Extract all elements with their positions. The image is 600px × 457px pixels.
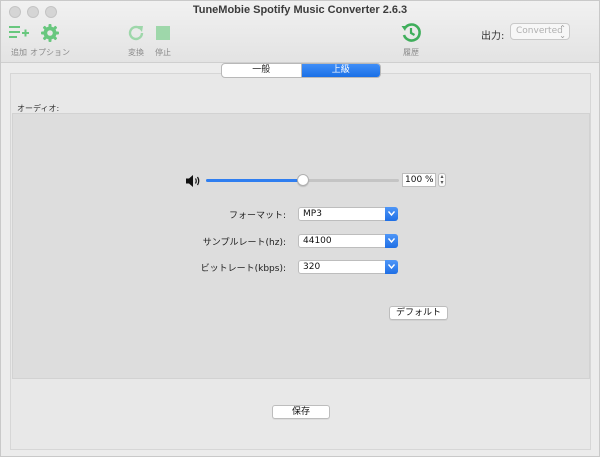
sample-rate-label: サンプルレート(hz): bbox=[202, 238, 286, 248]
stop-button[interactable]: 停止 bbox=[143, 21, 183, 58]
bitrate-label: ビットレート(kbps): bbox=[200, 264, 286, 274]
select-arrows-icon: ⌃ ⌄ bbox=[559, 24, 566, 40]
volume-input[interactable]: 100 % bbox=[402, 173, 436, 187]
output-label: 出力: bbox=[481, 31, 505, 42]
format-value: MP3 bbox=[303, 209, 322, 219]
history-label: 履歴 bbox=[403, 48, 419, 57]
bitrate-value: 320 bbox=[303, 262, 321, 272]
volume-stepper[interactable]: ▴ ▾ bbox=[438, 173, 446, 187]
stop-icon bbox=[143, 21, 183, 45]
settings-tabs: 一般 上級 bbox=[221, 63, 381, 78]
history-button[interactable]: 履歴 bbox=[391, 21, 431, 58]
tab-general[interactable]: 一般 bbox=[222, 64, 301, 77]
volume-slider-thumb[interactable] bbox=[297, 174, 309, 186]
history-clock-icon bbox=[391, 21, 431, 45]
format-label: フォーマット: bbox=[228, 211, 286, 221]
chevron-down-icon bbox=[385, 207, 398, 221]
title-bar: TuneMobie Spotify Music Converter 2.6.3 … bbox=[1, 1, 599, 63]
bitrate-select[interactable]: 320 bbox=[298, 260, 398, 274]
app-window: TuneMobie Spotify Music Converter 2.6.3 … bbox=[0, 0, 600, 457]
output-folder-value: Converted bbox=[516, 26, 563, 36]
options-button[interactable]: オプション bbox=[30, 21, 70, 58]
default-button[interactable]: デフォルト bbox=[389, 306, 448, 320]
stop-label: 停止 bbox=[155, 48, 171, 57]
options-label: オプション bbox=[30, 48, 70, 57]
volume-slider-fill bbox=[206, 179, 303, 182]
sample-rate-value: 44100 bbox=[303, 236, 332, 246]
window-title: TuneMobie Spotify Music Converter 2.6.3 bbox=[192, 4, 408, 16]
sample-rate-select[interactable]: 44100 bbox=[298, 234, 398, 248]
gear-icon bbox=[30, 21, 70, 45]
format-select[interactable]: MP3 bbox=[298, 207, 398, 221]
speaker-icon bbox=[186, 173, 202, 192]
output-folder-select[interactable]: Converted ⌃ ⌄ bbox=[510, 23, 570, 40]
save-button[interactable]: 保存 bbox=[272, 405, 330, 419]
chevron-down-icon bbox=[385, 234, 398, 248]
chevron-down-icon bbox=[385, 260, 398, 274]
tab-advanced[interactable]: 上級 bbox=[300, 64, 380, 77]
